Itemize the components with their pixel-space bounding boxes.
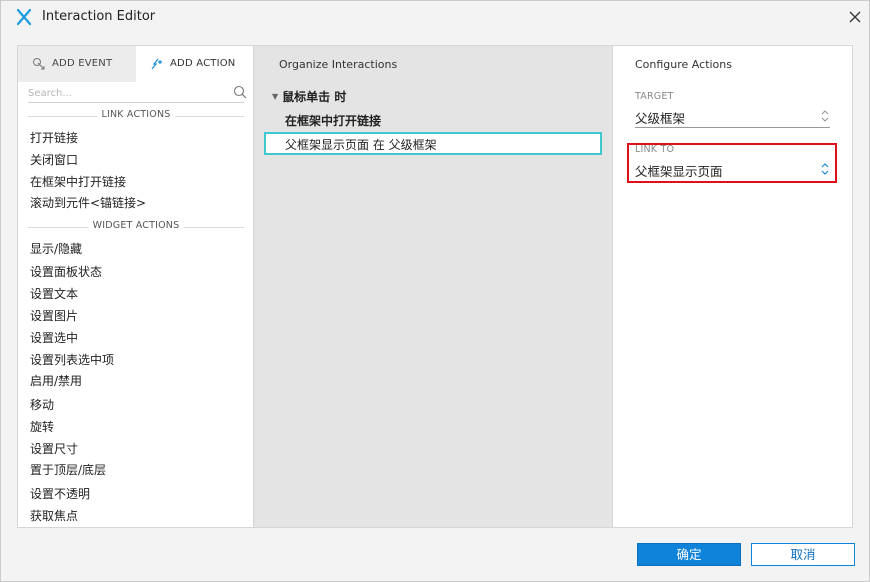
action-item-set-list-selection[interactable]: 设置列表选中项 — [30, 351, 114, 368]
actions-library-panel: ADD EVENT ADD ACTION Search... LINK ACTI… — [18, 46, 254, 527]
link-to-select[interactable]: 父框架显示页面 — [635, 161, 723, 180]
action-item-set-text[interactable]: 设置文本 — [30, 285, 78, 302]
editor-content: ADD EVENT ADD ACTION Search... LINK ACTI… — [17, 45, 853, 528]
configure-actions-title: Configure Actions — [635, 58, 732, 71]
action-item-move[interactable]: 移动 — [30, 396, 54, 413]
case-row[interactable]: 在框架中打开链接 — [285, 112, 381, 129]
tab-add-action[interactable]: ADD ACTION — [136, 46, 253, 82]
action-item-set-image[interactable]: 设置图片 — [30, 307, 78, 324]
target-label: TARGET — [635, 91, 674, 102]
action-item-open-link-in-frame[interactable]: 在框架中打开链接 — [30, 173, 126, 190]
action-item-set-size[interactable]: 设置尺寸 — [30, 440, 78, 457]
event-row[interactable]: ▼ 鼠标单击 时 — [272, 88, 346, 105]
action-item-set-opacity[interactable]: 设置不透明 — [30, 485, 90, 502]
organize-interactions-panel: Organize Interactions ▼ 鼠标单击 时 在框架中打开链接 父… — [254, 46, 612, 527]
section-header-widget-actions: WIDGET ACTIONS — [18, 220, 253, 234]
link-to-updown-icon[interactable] — [820, 161, 830, 177]
tab-add-event-label: ADD EVENT — [52, 58, 113, 69]
action-item-open-link[interactable]: 打开链接 — [30, 129, 78, 146]
selected-action-row[interactable]: 父框架显示页面 在 父级框架 — [264, 132, 602, 155]
event-label: 鼠标单击 时 — [282, 90, 347, 104]
action-item-bring-to-front-back[interactable]: 置于顶层/底层 — [30, 461, 106, 478]
interaction-editor-window: Interaction Editor ADD EVENT ADD ACTION — [0, 0, 870, 582]
action-item-focus[interactable]: 获取焦点 — [30, 507, 78, 524]
organize-interactions-title: Organize Interactions — [279, 58, 398, 71]
search-underline — [28, 102, 244, 103]
cancel-button[interactable]: 取消 — [751, 543, 855, 566]
action-item-scroll-to-widget[interactable]: 滚动到元件<锚链接> — [30, 194, 146, 211]
search-input[interactable] — [28, 84, 218, 102]
action-item-set-panel-state[interactable]: 设置面板状态 — [30, 263, 102, 280]
search-icon[interactable] — [233, 85, 247, 99]
target-updown-icon[interactable] — [820, 108, 830, 124]
title-bar: Interaction Editor — [1, 1, 869, 33]
section-header-link-actions: LINK ACTIONS — [18, 109, 253, 123]
action-row-label: 父框架显示页面 在 父级框架 — [285, 138, 437, 152]
action-item-set-selected[interactable]: 设置选中 — [30, 329, 78, 346]
action-item-show-hide[interactable]: 显示/隐藏 — [30, 240, 82, 257]
link-to-label: LINK TO — [635, 144, 675, 155]
action-item-rotate[interactable]: 旋转 — [30, 418, 54, 435]
window-title: Interaction Editor — [42, 9, 156, 24]
target-underline — [635, 127, 830, 128]
add-action-icon — [151, 58, 162, 70]
target-select[interactable]: 父级框架 — [635, 108, 685, 127]
tab-add-action-label: ADD ACTION — [170, 58, 236, 69]
add-event-icon — [33, 58, 45, 70]
search-row — [18, 82, 253, 104]
configure-actions-panel: Configure Actions TARGET 父级框架 LINK TO 父框… — [612, 46, 852, 527]
ok-button[interactable]: 确定 — [637, 543, 741, 566]
collapse-caret-icon[interactable]: ▼ — [272, 92, 278, 101]
action-item-close-window[interactable]: 关闭窗口 — [30, 151, 78, 168]
tab-add-event[interactable]: ADD EVENT — [18, 46, 136, 82]
close-icon[interactable] — [845, 7, 865, 27]
action-item-enable-disable[interactable]: 启用/禁用 — [30, 372, 82, 389]
axure-logo-icon — [16, 8, 32, 26]
